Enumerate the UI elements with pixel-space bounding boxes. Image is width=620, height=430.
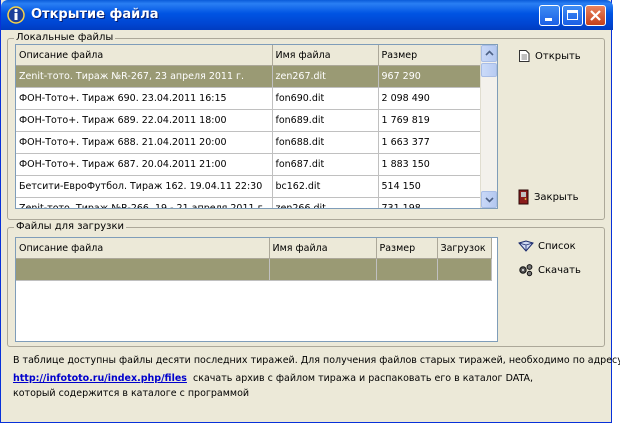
list-button-label: Список [538,240,576,252]
table-cell: 514 150 [378,175,482,198]
info-note-line1: В таблице доступны файлы десяти последни… [13,355,620,366]
download-header-row: Описание файла Имя файла Размер Загрузок [16,238,492,259]
download-gear-icon [519,264,533,277]
maximize-button[interactable] [562,5,583,26]
info-note-line2-text: скачать архив с файлом тиража и распаков… [193,373,534,384]
table-cell: ФОН-Тото+. Тираж 689. 22.04.2011 18:00 [16,109,273,132]
table-cell: ФОН-Тото+. Тираж 690. 23.04.2011 16:15 [16,87,273,110]
download-files-grid[interactable]: Описание файла Имя файла Размер Загрузок [15,237,498,342]
door-exit-icon [518,189,529,205]
table-row[interactable]: Zenit-тото. Тираж №R-266, 19 - 21 апреля… [16,197,482,208]
arrow-down-icon [485,197,494,203]
window-title: Открытие файла [31,7,159,22]
table-cell: fon689.dit [272,109,379,132]
close-button[interactable]: Закрыть [518,189,579,205]
col-size-header[interactable]: Размер [378,45,482,66]
table-row[interactable]: Zenit-тото. Тираж №R-267, 23 апреля 2011… [16,65,482,88]
minimize-icon [545,18,552,21]
table-cell: zen266.dit [272,197,379,208]
table-cell: fon688.dit [272,131,379,154]
list-button[interactable]: Список [518,240,576,252]
table-cell [16,258,270,281]
table-cell: fon687.dit [272,153,379,176]
table-row[interactable]: ФОН-Тото+. Тираж 690. 23.04.2011 16:15 fo… [16,87,482,110]
close-button-label: Закрыть [534,191,579,203]
table-cell: 1 769 819 [378,109,482,132]
table-cell: ФОН-Тото+. Тираж 688. 21.04.2011 20:00 [16,131,273,154]
open-button[interactable]: Открыть [518,49,581,63]
table-row[interactable]: ФОН-Тото+. Тираж 688. 21.04.2011 20:00 fo… [16,131,482,154]
open-button-label: Открыть [535,50,581,62]
local-header-row: Описание файла Имя файла Размер [16,45,482,66]
table-cell: Zenit-тото. Тираж №R-267, 23 апреля 2011… [16,65,273,88]
table-cell: fon690.dit [272,87,379,110]
maximize-icon [567,10,578,20]
table-row[interactable]: Бетсити-ЕвроФутбол. Тираж 162. 19.04.11 … [16,175,482,198]
table-cell: 731 198 [378,197,482,208]
table-row[interactable]: ФОН-Тото+. Тираж 687. 20.04.2011 21:00 fo… [16,153,482,176]
local-files-table: Описание файла Имя файла Размер Zenit-то… [16,45,482,208]
dl-col-downloads-header[interactable]: Загрузок [437,238,492,259]
local-files-body: Zenit-тото. Тираж №R-267, 23 апреля 2011… [16,65,482,208]
title-bar[interactable]: Открытие файла [1,0,613,30]
local-scrollbar[interactable] [480,45,497,208]
info-note-line3: который содержится в каталоге с программ… [13,388,250,399]
info-app-icon [7,6,25,24]
table-cell: zen267.dit [272,65,379,88]
download-button-label: Скачать [538,264,581,276]
local-files-group: Локальные файлы Описание файла Имя файла… [7,32,605,220]
download-files-legend: Файлы для загрузки [14,221,127,232]
local-files-legend: Локальные файлы [14,32,116,43]
table-cell: 2 098 490 [378,87,482,110]
open-document-icon [519,50,530,62]
table-row[interactable]: ФОН-Тото+. Тираж 689. 22.04.2011 18:00 fo… [16,109,482,132]
table-cell: Бетсити-ЕвроФутбол. Тираж 162. 19.04.11 … [16,175,273,198]
local-files-grid[interactable]: Описание файла Имя файла Размер Zenit-то… [15,44,498,209]
info-note-line2: http://infototo.ru/index.php/files скача… [13,373,533,384]
scroll-down-button[interactable] [481,191,497,208]
dialog-body: Локальные файлы Описание файла Имя файла… [4,30,620,420]
table-cell: 1 663 377 [378,131,482,154]
book-list-icon [518,240,534,252]
col-filename-header[interactable]: Имя файла [272,45,379,66]
dl-col-description-header[interactable]: Описание файла [16,238,270,259]
dl-col-size-header[interactable]: Размер [376,238,438,259]
arrow-up-icon [485,50,494,56]
download-files-group: Файлы для загрузки Описание файла Имя фа… [7,221,605,347]
dl-col-filename-header[interactable]: Имя файла [269,238,377,259]
close-window-button[interactable] [585,5,606,26]
table-cell: 1 883 150 [378,153,482,176]
table-cell: ФОН-Тото+. Тираж 687. 20.04.2011 21:00 [16,153,273,176]
table-cell: bc162.dit [272,175,379,198]
table-cell [437,258,492,281]
download-button[interactable]: Скачать [518,263,581,277]
scroll-thumb[interactable] [481,63,497,77]
scroll-up-button[interactable] [481,45,497,62]
table-cell [269,258,377,281]
download-files-table: Описание файла Имя файла Размер Загрузок [16,238,492,281]
table-cell [376,258,438,281]
col-description-header[interactable]: Описание файла [16,45,273,66]
table-cell: 967 290 [378,65,482,88]
table-cell: Zenit-тото. Тираж №R-266, 19 - 21 апреля… [16,197,273,208]
files-link[interactable]: http://infototo.ru/index.php/files [13,373,187,384]
minimize-button[interactable] [539,5,560,26]
dialog-window: Открытие файла Локальные файлы Описание … [0,0,620,423]
table-row[interactable] [16,258,492,281]
close-icon [590,10,601,21]
